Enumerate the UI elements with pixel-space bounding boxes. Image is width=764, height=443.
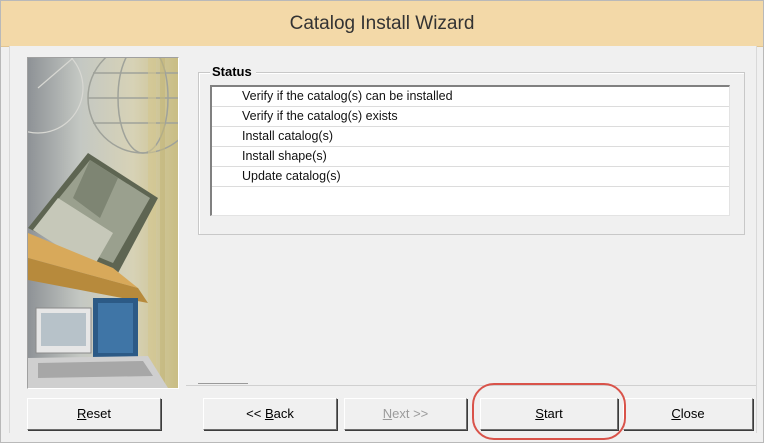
status-label: Status (210, 63, 256, 80)
status-item-verify-exists: Verify if the catalog(s) exists (212, 107, 729, 127)
progress-area (186, 245, 756, 386)
close-label-rest: lose (680, 406, 705, 421)
back-prefix: << (246, 406, 265, 421)
reset-label-rest: eset (86, 406, 111, 421)
reset-accel: R (77, 406, 87, 421)
back-accel: B (264, 406, 274, 421)
start-button[interactable]: Start (480, 398, 618, 430)
status-item-update-catalog: Update catalog(s) (212, 167, 729, 187)
next-label-rest: ext >> (392, 406, 429, 421)
wizard-illustration (27, 57, 179, 389)
status-list[interactable]: Verify if the catalog(s) can be installe… (210, 85, 730, 216)
status-item-install-shape: Install shape(s) (212, 147, 729, 167)
close-accel: C (671, 406, 681, 421)
reset-button[interactable]: Reset (27, 398, 161, 430)
book-illustration (28, 153, 158, 303)
next-accel: N (382, 406, 393, 421)
start-accel: S (535, 406, 544, 421)
close-button[interactable]: Close (623, 398, 753, 430)
start-label-rest: tart (543, 406, 563, 421)
back-button[interactable]: << Back (203, 398, 337, 430)
computer-illustration (28, 298, 168, 388)
window-title: Catalog Install Wizard (289, 13, 475, 34)
next-button[interactable]: Next >> (344, 398, 467, 430)
status-item-install-catalog: Install catalog(s) (212, 127, 729, 147)
back-label-rest: ack (273, 406, 294, 421)
title-bar[interactable]: Catalog Install Wizard (1, 1, 763, 47)
progress-divider (198, 383, 248, 384)
status-item-verify-installable: Verify if the catalog(s) can be installe… (212, 87, 729, 107)
